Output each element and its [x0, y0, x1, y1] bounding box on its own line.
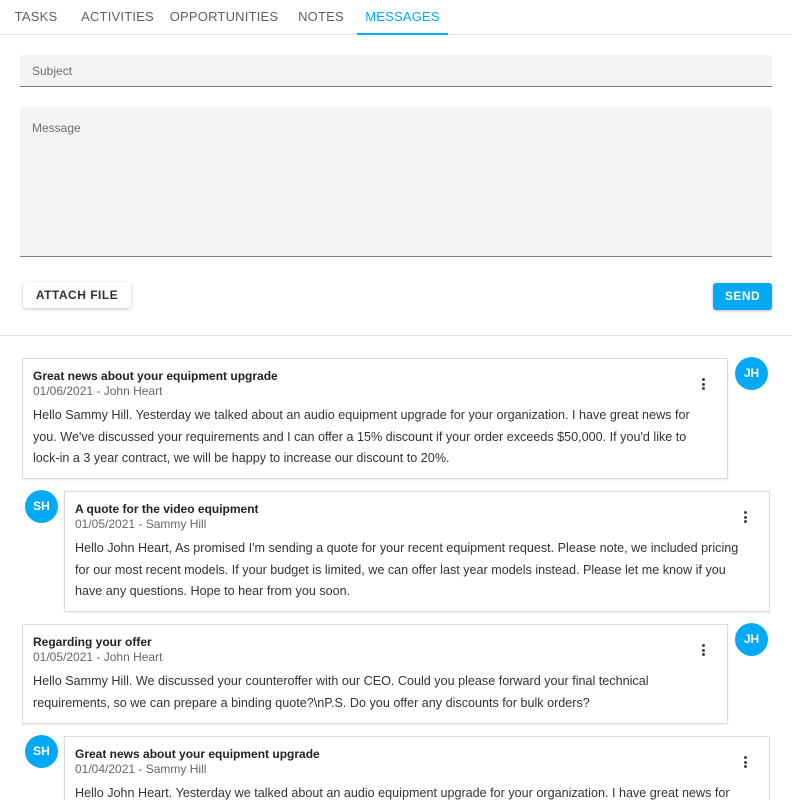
- divider: [0, 335, 792, 336]
- message-meta: 01/05/2021 - John Heart: [33, 650, 163, 664]
- attach-file-button[interactable]: ATTACH FILE: [23, 282, 131, 308]
- tab-tasks[interactable]: TASKS: [0, 0, 72, 35]
- message-body: Hello Sammy Hill. We discussed your coun…: [33, 674, 649, 710]
- message-title: A quote for the video equipment: [75, 502, 259, 516]
- message-body: Hello John Heart, As promised I'm sendin…: [75, 541, 739, 598]
- subject-placeholder: Subject: [32, 64, 73, 78]
- message-card: Great news about your equipment upgrade …: [64, 736, 770, 800]
- message-meta: 01/06/2021 - John Heart: [33, 384, 163, 398]
- avatar: JH: [735, 357, 768, 390]
- subject-input[interactable]: Subject: [20, 55, 772, 87]
- message-textarea[interactable]: Message: [20, 107, 772, 257]
- message-meta: 01/05/2021 - Sammy Hill: [75, 517, 207, 531]
- avatar: JH: [735, 623, 768, 656]
- avatar: SH: [25, 735, 58, 768]
- message-card: Regarding your offer 01/05/2021 - John H…: [22, 624, 728, 724]
- tab-opportunities[interactable]: OPPORTUNITIES: [163, 0, 285, 35]
- message-meta: 01/04/2021 - Sammy Hill: [75, 762, 207, 776]
- message-title: Great news about your equipment upgrade: [75, 747, 320, 761]
- more-vert-icon[interactable]: [742, 510, 750, 524]
- tab-bar: TASKS ACTIVITIES OPPORTUNITIES NOTES MES…: [0, 0, 792, 35]
- more-vert-icon[interactable]: [742, 755, 750, 769]
- message-title: Regarding your offer: [33, 635, 152, 649]
- send-button[interactable]: SEND: [713, 283, 772, 310]
- more-vert-icon[interactable]: [700, 377, 708, 391]
- more-vert-icon[interactable]: [700, 643, 708, 657]
- avatar: SH: [25, 490, 58, 523]
- message-card: Great news about your equipment upgrade …: [22, 358, 728, 479]
- message-placeholder: Message: [32, 121, 81, 135]
- tab-notes[interactable]: NOTES: [285, 0, 357, 35]
- tab-messages[interactable]: MESSAGES: [357, 0, 448, 35]
- message-body: Hello Sammy Hill. Yesterday we talked ab…: [33, 408, 690, 465]
- message-title: Great news about your equipment upgrade: [33, 369, 278, 383]
- message-card: A quote for the video equipment 01/05/20…: [64, 491, 770, 612]
- message-body: Hello John Heart. Yesterday we talked ab…: [75, 786, 730, 800]
- tab-activities[interactable]: ACTIVITIES: [72, 0, 163, 35]
